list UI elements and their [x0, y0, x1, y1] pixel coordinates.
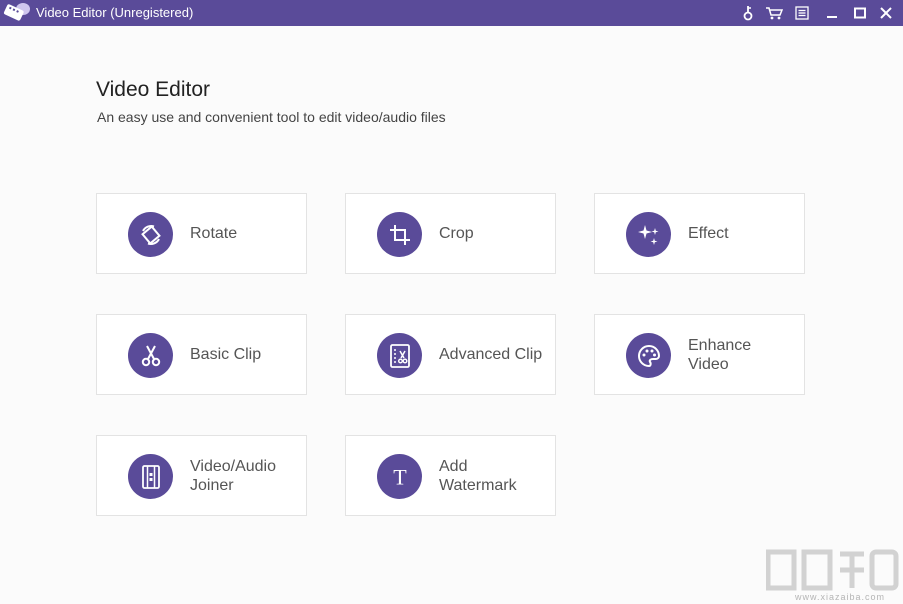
advanced-clip-icon: [377, 333, 422, 378]
minimize-icon[interactable]: [822, 3, 842, 23]
advanced-clip-label: Advanced Clip: [439, 346, 543, 363]
add-watermark-card[interactable]: T Add Watermark: [345, 435, 556, 516]
enhance-video-label: Enhance: [688, 336, 752, 354]
page-title: Video Editor: [96, 78, 211, 101]
page-subtitle: An easy use and convenient tool to edit …: [97, 109, 446, 125]
crop-card[interactable]: Crop: [345, 193, 556, 274]
video-audio-joiner-label: Video/Audio: [190, 457, 276, 475]
basic-clip-card[interactable]: Basic Clip: [96, 314, 307, 395]
register-key-icon[interactable]: [738, 3, 758, 23]
app-logo-icon: [3, 1, 31, 25]
text-t-icon: T: [377, 454, 422, 499]
cart-icon[interactable]: [764, 3, 784, 23]
rotate-label: Rotate: [190, 225, 238, 242]
film-icon: [128, 454, 173, 499]
video-audio-joiner-card[interactable]: Video/Audio Joiner: [96, 435, 307, 516]
svg-text:T: T: [393, 465, 407, 489]
add-watermark-label: Add: [439, 457, 468, 475]
sparkle-icon: [626, 212, 671, 257]
effect-card[interactable]: Effect: [594, 193, 805, 274]
rotate-icon: [128, 212, 173, 257]
crop-icon: [377, 212, 422, 257]
site-watermark-text: www.xiazaiba.com: [795, 592, 886, 602]
enhance-video-card[interactable]: Enhance Video: [594, 314, 805, 395]
close-icon[interactable]: [876, 3, 896, 23]
advanced-clip-card[interactable]: Advanced Clip: [345, 314, 556, 395]
window-title: Video Editor (Unregistered): [36, 5, 194, 20]
rotate-card[interactable]: Rotate: [96, 193, 307, 274]
menu-icon[interactable]: [792, 3, 812, 23]
scissors-icon: [128, 333, 173, 378]
basic-clip-label: Basic Clip: [190, 346, 262, 363]
title-bar: Video Editor (Unregistered): [0, 0, 903, 26]
maximize-icon[interactable]: [850, 3, 870, 23]
effect-label: Effect: [688, 225, 729, 242]
palette-icon: [626, 333, 671, 378]
crop-label: Crop: [439, 225, 474, 242]
